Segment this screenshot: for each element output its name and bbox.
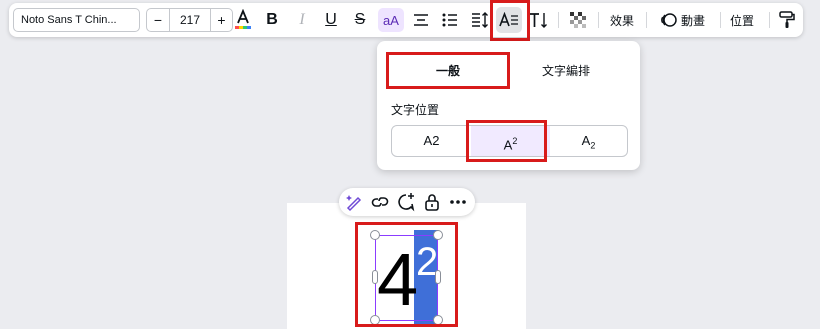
bold-button[interactable]: B <box>262 3 282 37</box>
underline-button[interactable]: U <box>321 3 341 37</box>
align-button[interactable] <box>411 3 431 37</box>
align-center-icon <box>414 14 428 26</box>
comment-add-icon <box>398 193 415 212</box>
resize-handle-top-left[interactable] <box>370 230 380 240</box>
animate-button[interactable]: 動畫 <box>654 3 712 37</box>
italic-button[interactable]: I <box>292 3 312 37</box>
animate-icon <box>661 13 677 27</box>
more-horizontal-icon <box>450 200 466 204</box>
link-icon <box>371 197 389 207</box>
lock-icon <box>425 194 439 211</box>
font-size-decrease-button[interactable]: − <box>147 9 169 31</box>
toolbar-divider <box>646 12 647 28</box>
resize-handle-bottom-right[interactable] <box>433 315 443 325</box>
lock-button[interactable] <box>421 191 443 213</box>
magic-edit-button[interactable] <box>343 191 365 213</box>
toolbar-divider <box>769 12 770 28</box>
more-options-button[interactable] <box>447 191 469 213</box>
toolbar-divider <box>558 12 559 28</box>
superscript-mark: 2 <box>512 136 518 146</box>
copy-style-button[interactable] <box>776 3 798 37</box>
resize-handle-right[interactable] <box>435 270 441 284</box>
tab-general[interactable]: 一般 <box>389 58 507 84</box>
paint-roller-icon <box>779 11 795 28</box>
tab-typesetting[interactable]: 文字編排 <box>507 58 625 84</box>
text-position-button[interactable] <box>496 7 522 33</box>
font-size-increase-button[interactable]: + <box>211 9 232 31</box>
animate-label: 動畫 <box>680 13 705 28</box>
magic-pencil-icon <box>346 195 362 212</box>
font-size-input[interactable]: 217 <box>169 9 211 31</box>
position-button[interactable]: 位置 <box>727 3 757 37</box>
text-position-icon <box>499 12 518 27</box>
font-size-stepper: − 217 + <box>146 8 233 32</box>
text-position-panel: 一般 文字編排 文字位置 A2 A2 A2 <box>377 41 640 170</box>
toolbar-divider <box>598 12 599 28</box>
text-height-icon <box>530 13 547 28</box>
spacing-button[interactable] <box>469 3 491 37</box>
font-family-select[interactable]: Noto Sans T Chin... <box>13 8 140 32</box>
resize-handle-bottom-left[interactable] <box>370 315 380 325</box>
list-button[interactable] <box>440 3 460 37</box>
resize-handle-left[interactable] <box>372 270 378 284</box>
text-position-options: A2 A2 A2 <box>391 125 628 157</box>
effects-button[interactable]: 效果 <box>607 3 637 37</box>
bullet-list-icon <box>442 13 457 27</box>
link-button[interactable] <box>369 191 391 213</box>
transparency-button[interactable] <box>568 3 588 37</box>
element-context-toolbar <box>339 188 475 216</box>
resize-handle-top-right[interactable] <box>433 230 443 240</box>
text-size-adjust-button[interactable] <box>528 3 550 37</box>
text-color-button[interactable] <box>233 3 253 37</box>
position-superscript-button[interactable]: A2 <box>471 126 550 156</box>
position-subscript-button[interactable]: A2 <box>550 126 627 156</box>
toolbar-divider <box>720 12 721 28</box>
add-comment-button[interactable] <box>395 191 417 213</box>
strikethrough-button[interactable]: S <box>350 3 370 37</box>
text-color-icon <box>235 9 251 29</box>
position-normal-button[interactable]: A2 <box>392 126 471 156</box>
line-spacing-icon <box>472 12 488 28</box>
selection-box <box>375 235 438 321</box>
transparency-icon <box>570 12 586 28</box>
section-label: 文字位置 <box>391 103 440 117</box>
letter-case-button[interactable]: aA <box>378 8 404 32</box>
text-toolbar: Noto Sans T Chin... − 217 + B I U S aA 效… <box>9 3 803 37</box>
subscript-mark: 2 <box>590 140 596 151</box>
